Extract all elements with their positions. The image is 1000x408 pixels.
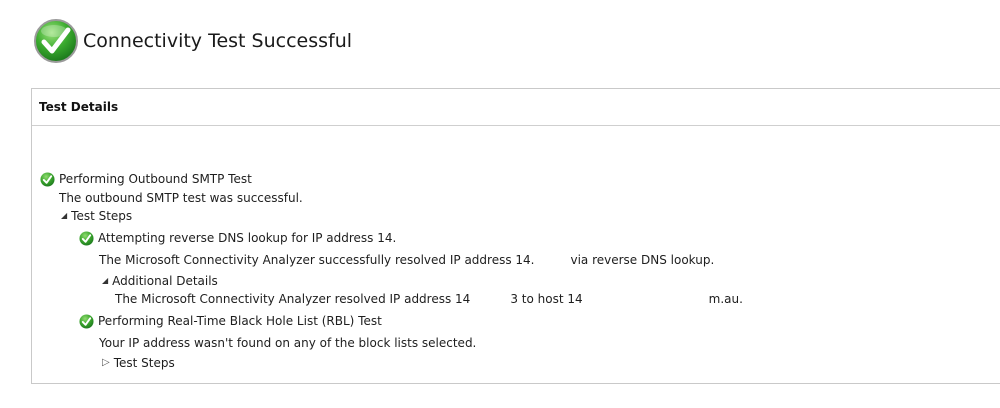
additional-mid: 3 to host 14 xyxy=(510,292,583,306)
additional-details-text: The Microsoft Connectivity Analyzer reso… xyxy=(115,291,743,307)
additional-details-label: Additional Details xyxy=(112,274,218,288)
reverse-dns-result: The Microsoft Connectivity Analyzer succ… xyxy=(99,252,714,268)
rbl-test-label: Performing Real-Time Black Hole List (RB… xyxy=(98,314,382,328)
reverse-dns-label: Attempting reverse DNS lookup for IP add… xyxy=(98,231,397,245)
success-check-icon xyxy=(79,313,94,329)
outbound-test-result: The outbound SMTP test was successful. xyxy=(59,191,303,205)
expanded-triangle-icon[interactable]: ◢ xyxy=(61,208,67,224)
success-check-icon xyxy=(40,171,55,187)
test-steps-toggle[interactable]: ◢ Test Steps xyxy=(61,208,132,224)
rbl-test-steps-toggle[interactable]: ▷ Test Steps xyxy=(102,355,175,371)
additional-prefix: The Microsoft Connectivity Analyzer reso… xyxy=(115,292,471,306)
rbl-test-item[interactable]: Performing Real-Time Black Hole List (RB… xyxy=(79,313,382,329)
panel-heading: Test Details xyxy=(32,89,1000,126)
rbl-test-result: Your IP address wasn't found on any of t… xyxy=(99,336,477,350)
outbound-test-label: Performing Outbound SMTP Test xyxy=(59,172,252,186)
page-title: Connectivity Test Successful xyxy=(83,30,353,52)
result-header: Connectivity Test Successful xyxy=(33,18,352,64)
additional-details-toggle[interactable]: ◢ Additional Details xyxy=(102,273,218,289)
test-details-panel: Test Details Performing Outbound SMTP Te… xyxy=(31,88,1000,384)
collapsed-triangle-icon[interactable]: ▷ xyxy=(102,355,110,371)
reverse-dns-result-suffix: via reverse DNS lookup. xyxy=(570,253,715,267)
reverse-dns-item[interactable]: Attempting reverse DNS lookup for IP add… xyxy=(79,230,458,246)
reverse-dns-result-prefix: The Microsoft Connectivity Analyzer succ… xyxy=(99,253,535,267)
rbl-test-steps-label: Test Steps xyxy=(113,356,175,370)
expanded-triangle-icon[interactable]: ◢ xyxy=(102,273,108,289)
outbound-test-item[interactable]: Performing Outbound SMTP Test xyxy=(40,171,252,187)
test-steps-label: Test Steps xyxy=(71,209,133,223)
success-check-icon xyxy=(34,19,78,63)
additional-suffix: m.au. xyxy=(708,292,743,306)
success-check-icon xyxy=(79,230,94,246)
